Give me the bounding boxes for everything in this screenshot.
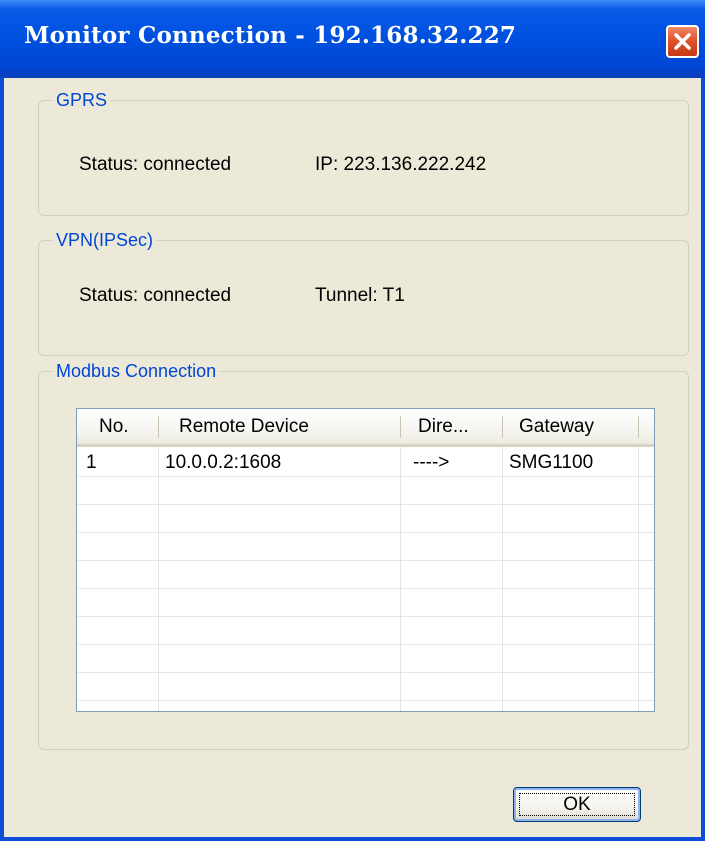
empty-row <box>77 477 654 505</box>
empty-row <box>77 533 654 561</box>
column-header-remote-device[interactable]: Remote Device <box>179 409 309 444</box>
cell-remote-device: 10.0.0.2:1608 <box>165 452 282 473</box>
modbus-connection-list[interactable]: No. Remote Device Dire... Gateway 1 10.0… <box>76 408 655 712</box>
cell-gateway: SMG1100 <box>509 452 594 473</box>
empty-row <box>77 673 654 701</box>
column-header-gateway[interactable]: Gateway <box>519 409 594 444</box>
column-separator[interactable] <box>502 416 503 438</box>
column-header-direction[interactable]: Dire... <box>418 409 469 444</box>
vpn-group: VPN(IPSec) Status: connected Tunnel: T1 <box>38 229 689 356</box>
gprs-status: Status: connected <box>79 154 232 175</box>
close-icon <box>674 33 691 50</box>
column-header-no[interactable]: No. <box>99 409 129 444</box>
gprs-ip: IP: 223.136.222.242 <box>315 154 487 175</box>
modbus-legend: Modbus Connection <box>53 360 220 382</box>
empty-row <box>77 617 654 645</box>
vpn-status: Status: connected <box>79 285 232 306</box>
empty-row <box>77 505 654 533</box>
list-header: No. Remote Device Dire... Gateway <box>77 409 654 447</box>
empty-row <box>77 645 654 673</box>
close-button[interactable] <box>666 25 699 58</box>
empty-row <box>77 561 654 589</box>
column-separator[interactable] <box>638 416 639 438</box>
title-bar[interactable]: Monitor Connection - 192.168.32.227 <box>0 0 705 78</box>
vpn-tunnel: Tunnel: T1 <box>315 285 405 306</box>
gprs-legend: GPRS <box>53 89 111 111</box>
column-separator[interactable] <box>158 416 159 438</box>
empty-row <box>77 589 654 617</box>
vpn-legend: VPN(IPSec) <box>53 229 157 251</box>
focus-rectangle <box>519 793 635 816</box>
gprs-group: GPRS Status: connected IP: 223.136.222.2… <box>38 89 689 216</box>
table-row[interactable]: 1 10.0.0.2:1608 ----> SMG1100 <box>77 449 654 477</box>
column-separator[interactable] <box>400 416 401 438</box>
cell-no: 1 <box>86 452 97 473</box>
ok-button[interactable]: OK <box>513 787 641 822</box>
window-title: Monitor Connection - 192.168.32.227 <box>24 22 517 49</box>
cell-direction: ----> <box>413 452 450 473</box>
monitor-connection-dialog: Monitor Connection - 192.168.32.227 GPRS… <box>0 0 705 841</box>
